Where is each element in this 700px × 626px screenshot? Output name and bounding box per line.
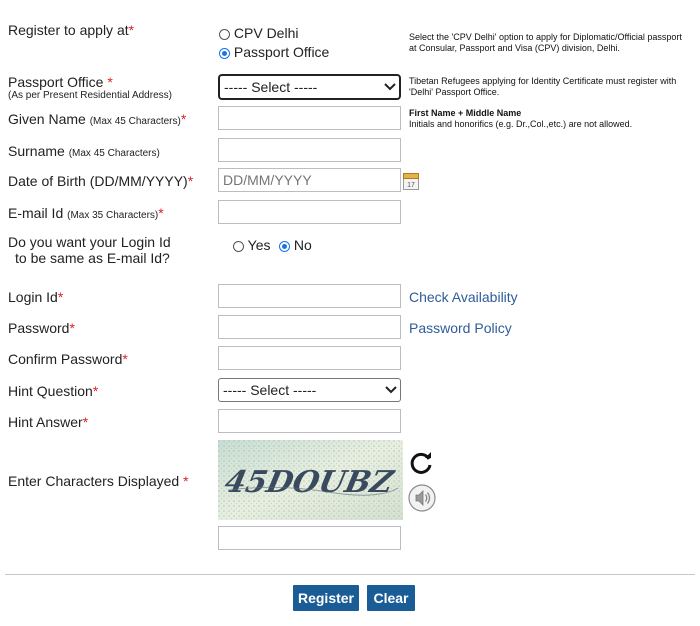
radio-login-same-yes[interactable]: Yes: [233, 237, 270, 253]
captcha-label: Enter Characters Displayed *: [8, 473, 189, 489]
confirm-password-input[interactable]: [218, 346, 401, 370]
required-mark: *: [183, 473, 189, 489]
divider: [5, 574, 695, 575]
confirm-password-label-text: Confirm Password: [8, 351, 123, 367]
required-mark: *: [57, 289, 64, 305]
passport-office-select-value: ----- Select -----: [224, 79, 318, 95]
register-at-label: Register to apply at*: [8, 22, 134, 38]
login-id-label: Login Id*: [8, 289, 63, 305]
password-policy-link[interactable]: Password Policy: [409, 320, 512, 336]
required-mark: *: [69, 320, 75, 336]
required-mark: *: [128, 22, 135, 38]
radio-no-label: No: [293, 237, 312, 253]
calendar-icon[interactable]: 17: [403, 172, 419, 190]
captcha-input[interactable]: [218, 526, 401, 550]
radio-cpv-delhi[interactable]: CPV Delhi: [219, 25, 298, 41]
radio-passport-office-label: Passport Office: [233, 44, 330, 60]
email-label: E-mail Id (Max 35 Characters)*: [8, 205, 164, 221]
required-mark: *: [122, 351, 128, 367]
dob-label-text: Date of Birth (DD/MM/YYYY): [8, 173, 188, 189]
register-button[interactable]: Register: [293, 585, 359, 611]
chevron-down-icon: [381, 78, 399, 96]
clear-button[interactable]: Clear: [367, 585, 415, 611]
given-name-note: Initials and honorifics (e.g. Dr.,Col.,e…: [409, 119, 633, 129]
given-name-sub: (Max 45 Characters): [89, 116, 181, 127]
password-label: Password*: [8, 320, 75, 336]
captcha-label-text: Enter Characters Displayed: [8, 473, 180, 489]
email-sub: (Max 35 Characters): [67, 210, 159, 221]
dob-input[interactable]: [218, 168, 401, 192]
svg-text:17: 17: [407, 182, 415, 189]
login-id-label-text: Login Id: [8, 289, 58, 305]
hint-answer-label-text: Hint Answer: [8, 414, 83, 430]
required-mark: *: [82, 414, 89, 430]
radio-no-circle[interactable]: [279, 240, 290, 252]
hint-question-select[interactable]: ----- Select -----: [218, 378, 401, 402]
check-availability-link[interactable]: Check Availability: [409, 289, 518, 305]
passport-office-select[interactable]: ----- Select -----: [218, 74, 401, 100]
email-label-text: E-mail Id: [8, 205, 64, 221]
surname-input[interactable]: [218, 138, 401, 162]
register-at-note: Select the 'CPV Delhi' option to apply f…: [409, 32, 682, 53]
refresh-captcha-icon[interactable]: [408, 450, 434, 476]
required-mark: *: [158, 205, 164, 221]
radio-login-same-no[interactable]: No: [279, 237, 312, 253]
email-input[interactable]: [218, 200, 401, 224]
hint-question-label-text: Hint Question: [8, 383, 93, 399]
confirm-password-label: Confirm Password*: [8, 351, 128, 367]
login-same-label-line1: Do you want your Login Id: [8, 234, 171, 250]
required-mark: *: [180, 111, 187, 127]
radio-cpv-delhi-label: CPV Delhi: [233, 25, 299, 41]
captcha-image: 45DOUBZ: [218, 440, 403, 520]
radio-cpv-delhi-circle[interactable]: [219, 28, 230, 40]
surname-label-text: Surname: [8, 143, 65, 159]
register-at-label-text: Register to apply at: [8, 22, 129, 38]
hint-question-label: Hint Question*: [8, 383, 98, 399]
surname-label: Surname (Max 45 Characters): [8, 143, 160, 159]
passport-office-label: Passport Office *: [8, 74, 113, 90]
chevron-down-icon: [382, 381, 400, 399]
login-same-label: Do you want your Login Id to be same as …: [8, 234, 171, 266]
dob-label: Date of Birth (DD/MM/YYYY)*: [8, 173, 193, 189]
passport-office-sub: (As per Present Residential Address): [8, 90, 172, 101]
radio-yes-label: Yes: [247, 237, 271, 253]
surname-sub: (Max 45 Characters): [68, 148, 160, 159]
passport-office-note: Tibetan Refugees applying for Identity C…: [409, 76, 677, 97]
hint-answer-input[interactable]: [218, 409, 401, 433]
radio-passport-office-circle[interactable]: [219, 47, 230, 59]
passport-office-label-text: Passport Office: [8, 74, 104, 90]
given-name-label: Given Name (Max 45 Characters)*: [8, 111, 186, 127]
hint-answer-label: Hint Answer*: [8, 414, 88, 430]
password-input[interactable]: [218, 315, 401, 339]
given-name-input[interactable]: [218, 106, 401, 130]
required-mark: *: [107, 74, 113, 90]
required-mark: *: [187, 173, 194, 189]
given-name-label-text: Given Name: [8, 111, 86, 127]
radio-passport-office[interactable]: Passport Office: [219, 44, 329, 60]
required-mark: *: [92, 383, 99, 399]
hint-question-select-value: ----- Select -----: [223, 382, 317, 398]
login-same-label-line2: to be same as E-mail Id?: [15, 250, 170, 266]
audio-captcha-icon[interactable]: [408, 484, 436, 512]
login-id-input[interactable]: [218, 284, 401, 308]
given-name-note-title: First Name + Middle Name: [409, 108, 522, 118]
password-label-text: Password: [8, 320, 70, 336]
radio-yes-circle[interactable]: [233, 240, 244, 252]
